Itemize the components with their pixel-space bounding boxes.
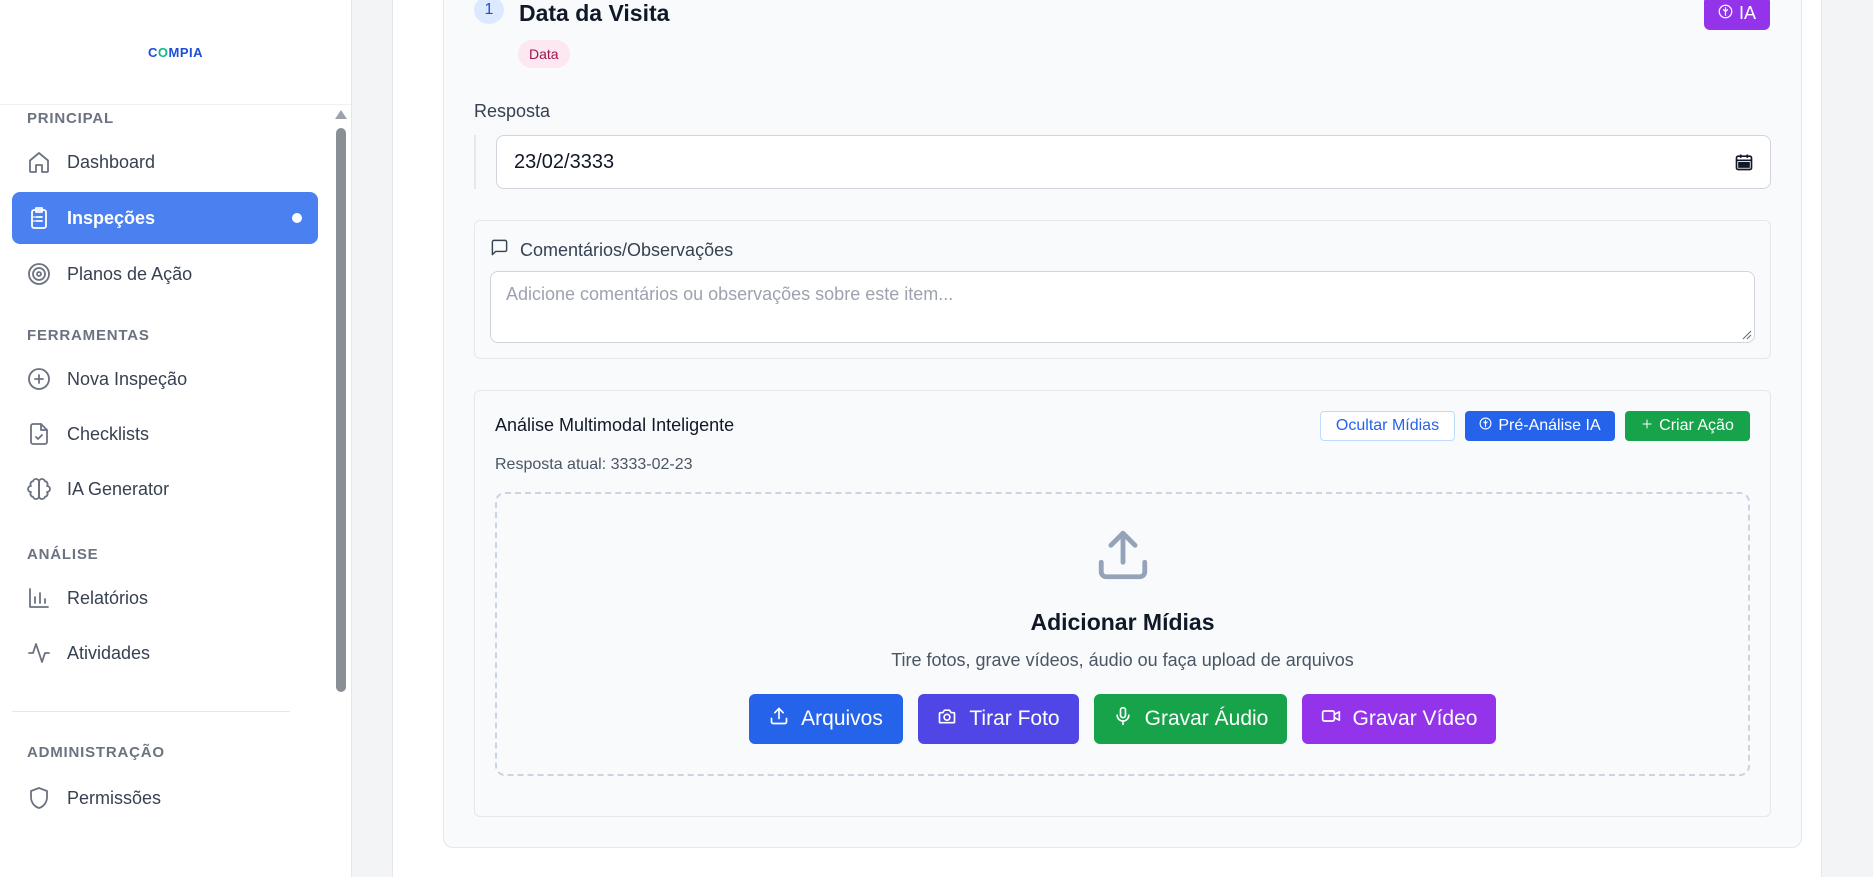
multimodal-title: Análise Multimodal Inteligente [495, 415, 735, 435]
record-video-button[interactable]: Gravar Vídeo [1302, 694, 1496, 744]
record-audio-button[interactable]: Gravar Áudio [1094, 694, 1287, 744]
hide-media-button[interactable]: Ocultar Mídias [1320, 411, 1455, 441]
camera-icon [937, 706, 957, 732]
upload-files-label: Arquivos [801, 707, 883, 730]
sidebar-nav: PRINCIPAL Dashboard Inspeções Planos de … [0, 106, 330, 824]
take-photo-button[interactable]: Tirar Foto [918, 694, 1079, 744]
resize-grip-icon[interactable] [1742, 330, 1752, 340]
hide-media-label: Ocultar Mídias [1335, 417, 1440, 434]
comments-title: Comentários/Observações [520, 239, 734, 260]
sidebar-item-label: Nova Inspeção [67, 368, 188, 389]
current-response-label: Resposta atual: [495, 456, 607, 473]
add-media-title: Adicionar Mídias [1030, 609, 1215, 635]
section-title-analise: ANÁLISE [27, 546, 99, 563]
sidebar-item-atividades[interactable]: Atividades [12, 627, 318, 679]
ia-button[interactable]: IA [1704, 0, 1771, 30]
sidebar-scrollbar-thumb[interactable] [336, 128, 346, 692]
clipboard-list-icon [27, 206, 51, 230]
shield-icon [27, 786, 51, 810]
date-input-value: 23/02/3333 [514, 150, 615, 173]
message-square-icon [490, 238, 509, 262]
sidebar-item-relatorios[interactable]: Relatórios [12, 572, 318, 624]
activity-icon [27, 641, 51, 665]
add-media-subtitle: Tire fotos, grave vídeos, áudio ou faça … [891, 650, 1354, 670]
comments-header: Comentários/Observações [490, 238, 733, 262]
logo-container: COMPIA [0, 0, 351, 105]
sidebar-item-dashboard[interactable]: Dashboard [12, 136, 318, 188]
record-video-label: Gravar Vídeo [1352, 707, 1478, 730]
brain-icon [1479, 417, 1492, 435]
take-photo-label: Tirar Foto [969, 707, 1060, 730]
response-indent-rule [474, 135, 476, 189]
microphone-icon [1113, 706, 1133, 732]
response-label: Resposta [474, 101, 551, 121]
scroll-up-arrow[interactable] [335, 110, 347, 119]
question-type-tag: Data [518, 40, 570, 68]
calendar-icon[interactable] [1734, 152, 1754, 178]
section-title-ferramentas: FERRAMENTAS [27, 327, 150, 344]
comments-textarea[interactable]: Adicione comentários ou observações sobr… [490, 271, 1755, 343]
create-action-button[interactable]: Criar Ação [1625, 411, 1750, 441]
active-indicator-dot [292, 213, 302, 223]
section-title-administracao: ADMINISTRAÇÃO [27, 744, 165, 761]
app-logo[interactable]: COMPIA [148, 45, 203, 60]
section-title-principal: PRINCIPAL [27, 110, 114, 127]
target-icon [27, 262, 51, 286]
sidebar-item-label: Relatórios [67, 587, 149, 608]
record-audio-label: Gravar Áudio [1144, 707, 1269, 730]
current-response-value: 3333-02-23 [610, 456, 693, 473]
brain-icon [27, 477, 51, 501]
pre-analysis-button[interactable]: Pré-Análise IA [1465, 411, 1615, 441]
sidebar-item-inspecoes[interactable]: Inspeções [12, 192, 318, 244]
create-action-label: Criar Ação [1659, 417, 1734, 434]
home-icon [27, 150, 51, 174]
sidebar-item-nova-inspecao[interactable]: Nova Inspeção [12, 353, 318, 405]
brain-icon [1718, 3, 1733, 24]
file-check-icon [27, 422, 51, 446]
upload-files-button[interactable]: Arquivos [749, 694, 903, 744]
sidebar-item-label: Inspeções [67, 207, 156, 228]
current-response: Resposta atual: 3333-02-23 [495, 456, 692, 474]
sidebar: COMPIA PRINCIPAL Dashboard Inspeções Pla… [0, 0, 352, 877]
sidebar-item-checklists[interactable]: Checklists [12, 408, 318, 460]
sidebar-item-label: Dashboard [67, 151, 156, 172]
sidebar-item-label: Permissões [67, 787, 162, 808]
sidebar-item-ia-generator[interactable]: IA Generator [12, 463, 318, 515]
sidebar-item-label: Atividades [67, 642, 151, 663]
sidebar-item-label: Checklists [67, 423, 150, 444]
video-icon [1321, 706, 1341, 732]
question-title: Data da Visita [519, 0, 670, 26]
sidebar-item-planos-de-acao[interactable]: Planos de Ação [12, 248, 318, 300]
sidebar-item-label: IA Generator [67, 478, 170, 499]
pre-analysis-label: Pré-Análise IA [1498, 417, 1601, 434]
plus-circle-icon [27, 367, 51, 391]
ia-button-label: IA [1739, 2, 1757, 23]
date-input[interactable]: 23/02/3333 [496, 135, 1771, 189]
upload-icon [1094, 526, 1152, 584]
sidebar-item-label: Planos de Ação [67, 263, 193, 284]
upload-icon [769, 706, 789, 732]
sidebar-item-permissoes[interactable]: Permissões [12, 772, 318, 824]
comments-placeholder: Adicione comentários ou observações sobr… [506, 284, 954, 304]
bar-chart-icon [27, 586, 51, 610]
plus-icon [1641, 417, 1653, 435]
